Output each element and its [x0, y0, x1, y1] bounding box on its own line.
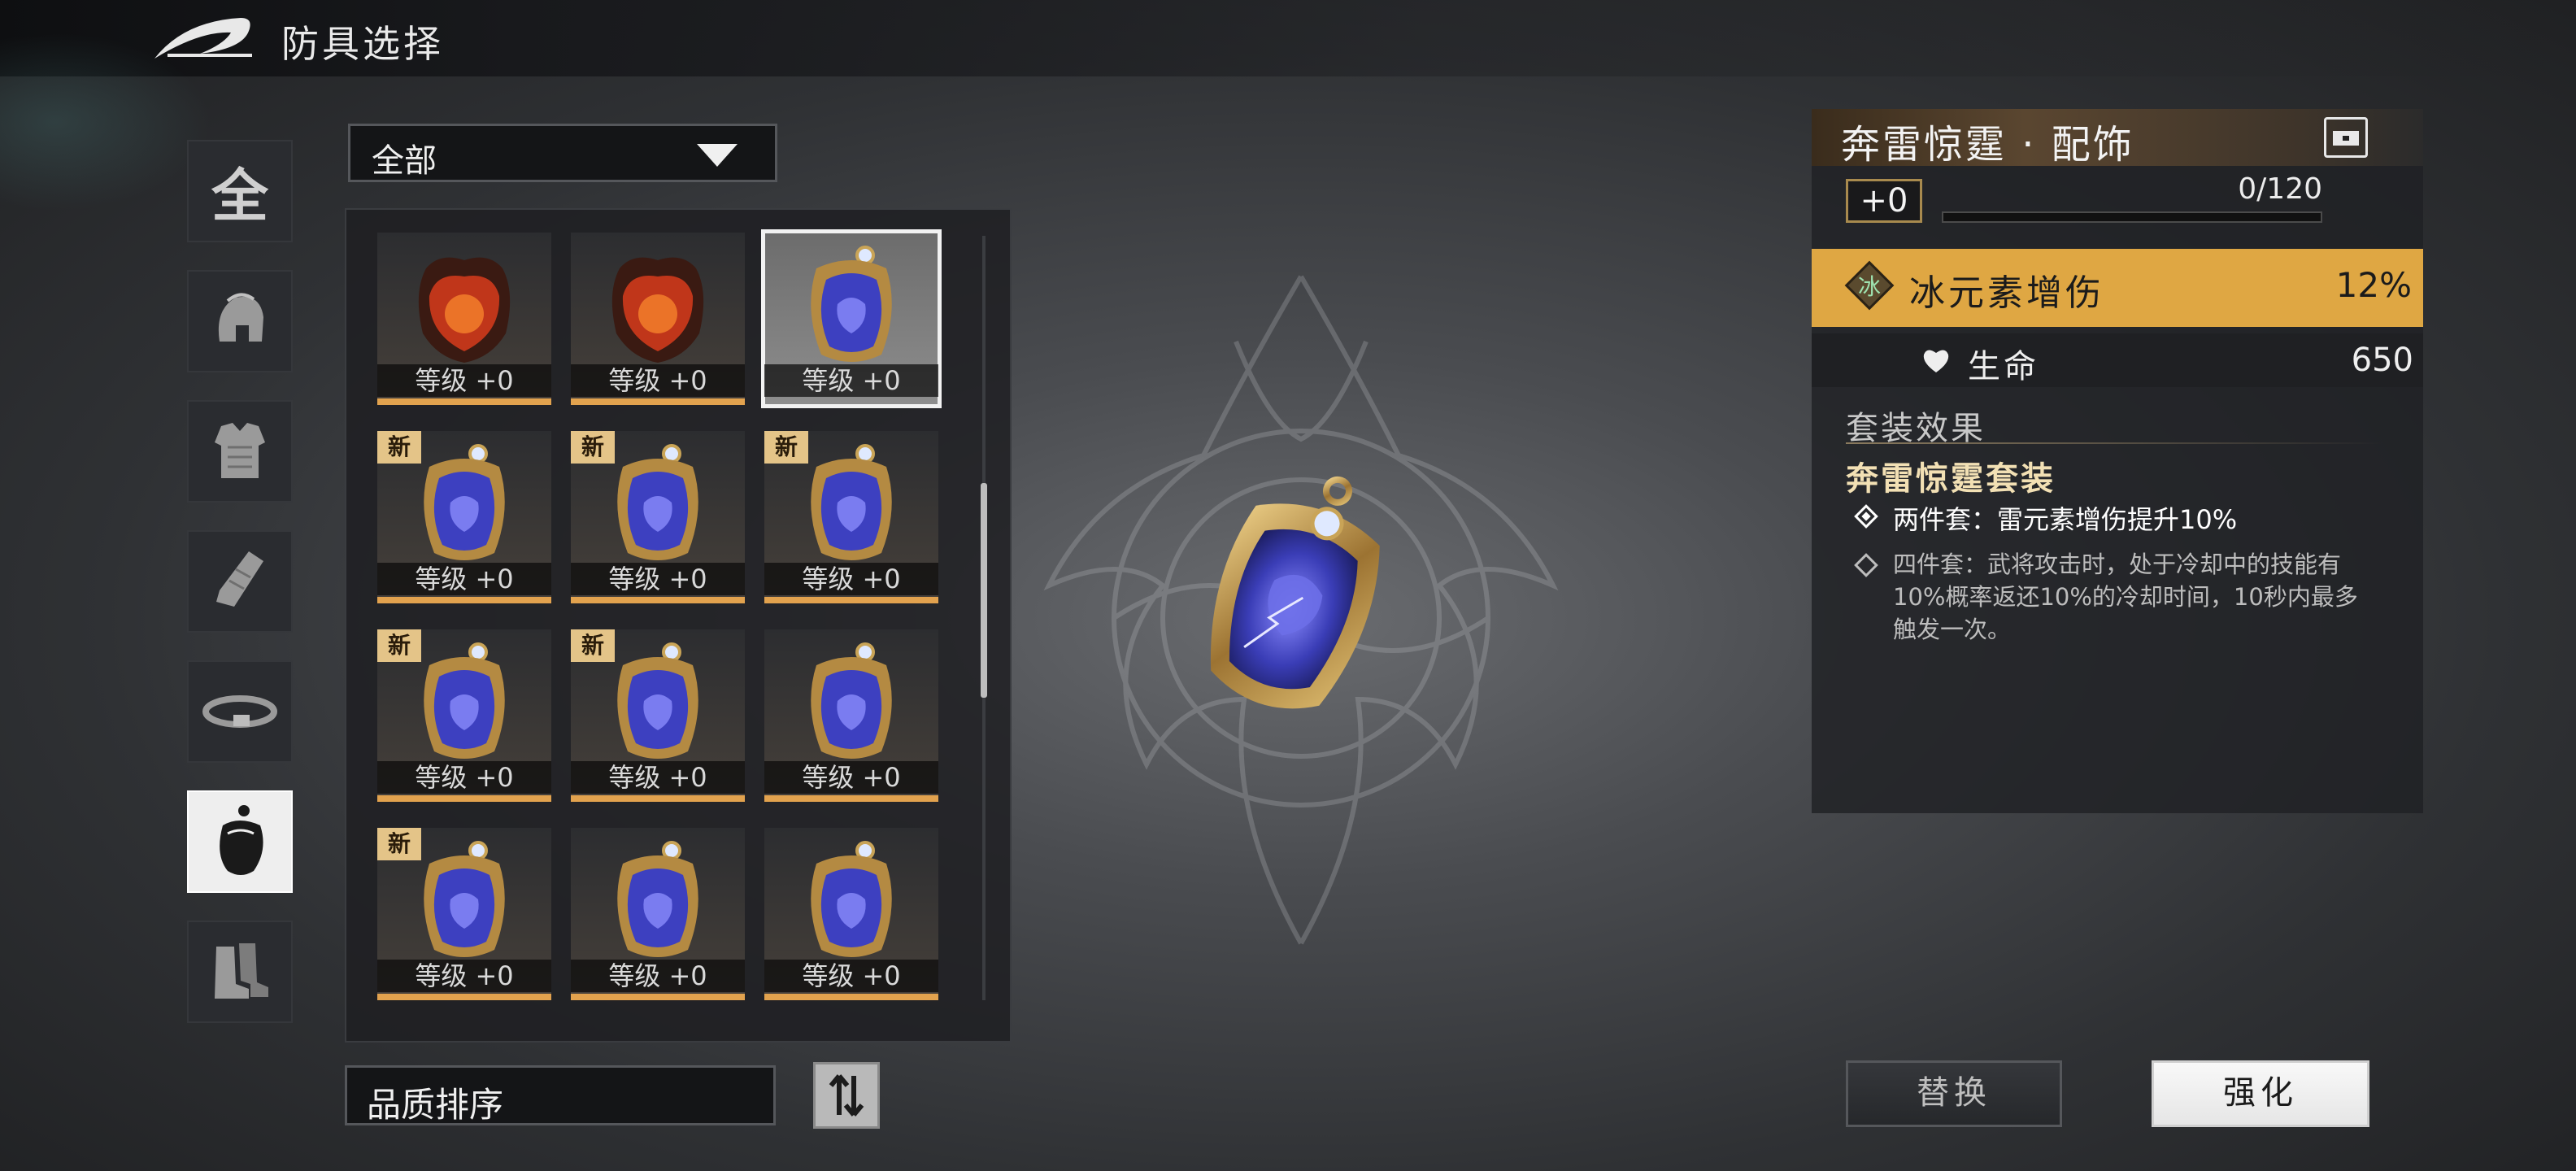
replace-button[interactable]: 替换	[1846, 1060, 2062, 1127]
item-quality-bar	[571, 398, 745, 405]
set-effect-4pc-text: 四件套：武将攻击时，处于冷却中的技能有10%概率返还10%的冷却时间，10秒内最…	[1893, 551, 2358, 643]
accessory-icon	[220, 805, 263, 875]
set-name: 奔雷惊霆套装	[1846, 460, 2056, 498]
sort-selector[interactable]: 品质排序	[345, 1065, 776, 1125]
item-card[interactable]: 等级 +0	[761, 229, 942, 408]
item-card[interactable]: 等级 +0	[377, 233, 551, 405]
item-card[interactable]: 等级 +0	[764, 629, 938, 802]
main-stat-value: 12%	[2335, 265, 2412, 305]
category-tab-accessory[interactable]	[187, 790, 293, 893]
item-level-label: 等级 +0	[764, 563, 938, 595]
fire-pendant-icon	[418, 257, 511, 363]
item-card[interactable]: 等级 +0 新	[571, 431, 745, 603]
helmet-icon	[218, 293, 263, 342]
category-tab-boots[interactable]	[187, 921, 293, 1023]
item-level-label: 等级 +0	[377, 563, 551, 595]
page-title: 防具选择	[281, 22, 444, 66]
item-card[interactable]: 等级 +0 新	[764, 431, 938, 603]
set-effect-2pc-text: 两件套：雷元素增伤提升10%	[1893, 504, 2238, 535]
chest-armor-icon	[215, 423, 265, 478]
category-tab-belt[interactable]	[187, 660, 293, 763]
item-level-label: 等级 +0	[764, 761, 938, 794]
item-quality-bar	[571, 795, 745, 802]
item-quality-bar	[764, 597, 938, 603]
item-level-label: 等级 +0	[377, 960, 551, 992]
item-card[interactable]: 等级 +0 新	[571, 629, 745, 802]
item-quality-bar	[377, 795, 551, 802]
item-level-label: 等级 +0	[764, 364, 938, 397]
thunder-pendant-icon	[811, 642, 892, 759]
item-quality-bar	[571, 994, 745, 1000]
item-quality-bar	[377, 398, 551, 405]
sort-label: 品质排序	[367, 1085, 504, 1125]
item-card[interactable]: 等级 +0 新	[377, 431, 551, 603]
grid-scrollbar-thumb[interactable]	[981, 483, 987, 698]
new-badge: 新	[764, 431, 808, 464]
selected-item-pendant-image	[1210, 476, 1380, 709]
filter-dropdown-value: 全部	[372, 142, 437, 180]
thunder-pendant-icon	[811, 444, 892, 560]
category-tab-helmet[interactable]	[187, 270, 293, 372]
item-quality-bar	[764, 994, 938, 1000]
enhance-button[interactable]: 强化	[2152, 1060, 2369, 1127]
sort-toggle-button[interactable]	[813, 1062, 880, 1129]
filter-dropdown[interactable]: 全部	[348, 124, 777, 182]
fire-pendant-icon	[611, 257, 704, 363]
item-quality-bar	[764, 795, 938, 802]
item-card[interactable]: 等级 +0	[571, 828, 745, 1000]
thunder-pendant-icon	[617, 444, 698, 560]
set-effect-divider	[1846, 442, 2382, 444]
chevron-down-icon	[697, 144, 738, 167]
item-card[interactable]: 等级 +0	[571, 233, 745, 405]
new-badge: 新	[571, 431, 615, 464]
boots-icon	[215, 943, 268, 999]
new-badge: 新	[377, 828, 421, 860]
new-badge: 新	[571, 629, 615, 662]
thunder-pendant-icon	[811, 246, 892, 362]
item-level-label: 等级 +0	[571, 761, 745, 794]
item-card[interactable]: 等级 +0	[764, 828, 938, 1000]
enhance-exp-text: 0/120	[2238, 172, 2322, 206]
sub-stat-name: 生命	[1968, 348, 2039, 385]
sub-stat-value: 650	[2351, 342, 2413, 379]
enhance-exp-bar	[1942, 211, 2322, 223]
category-all-label: 全	[211, 162, 268, 229]
item-level-label: 等级 +0	[377, 761, 551, 794]
thunder-pendant-icon	[424, 642, 505, 759]
item-level-label: 等级 +0	[377, 364, 551, 397]
ice-element-glyph: 冰	[1858, 273, 1881, 300]
sort-toggle-icon	[829, 1074, 864, 1117]
inventory-chest-icon[interactable]	[2324, 117, 2368, 158]
category-tab-chest[interactable]	[187, 400, 293, 503]
enhance-level-badge: +0	[1846, 179, 1922, 223]
thunder-pendant-icon	[617, 841, 698, 957]
back-button[interactable]	[151, 13, 257, 62]
item-level-label: 等级 +0	[764, 960, 938, 992]
main-stat-name: 冰元素增伤	[1909, 272, 2104, 314]
item-level-label: 等级 +0	[571, 563, 745, 595]
item-name: 奔雷惊霆 · 配饰	[1841, 122, 2134, 168]
item-quality-bar	[377, 597, 551, 603]
item-quality-bar	[377, 994, 551, 1000]
thunder-pendant-icon	[424, 841, 505, 957]
item-card[interactable]: 等级 +0 新	[377, 629, 551, 802]
bracer-icon	[216, 551, 263, 607]
item-quality-bar	[571, 597, 745, 603]
ice-element-icon: 冰	[1844, 260, 1895, 311]
belt-icon	[202, 695, 277, 728]
category-tab-bracer[interactable]	[187, 530, 293, 633]
back-arrow-icon	[154, 18, 252, 59]
heart-icon	[1923, 350, 1949, 372]
item-card[interactable]: 等级 +0 新	[377, 828, 551, 1000]
active-diamond-icon	[1854, 504, 1878, 529]
inactive-diamond-icon	[1854, 553, 1878, 577]
thunder-pendant-icon	[617, 642, 698, 759]
item-level-label: 等级 +0	[571, 364, 745, 397]
new-badge: 新	[377, 431, 421, 464]
thunder-pendant-icon	[811, 841, 892, 957]
item-level-label: 等级 +0	[571, 960, 745, 992]
category-tab-all[interactable]: 全	[187, 140, 293, 242]
thunder-pendant-icon	[424, 444, 505, 560]
new-badge: 新	[377, 629, 421, 662]
